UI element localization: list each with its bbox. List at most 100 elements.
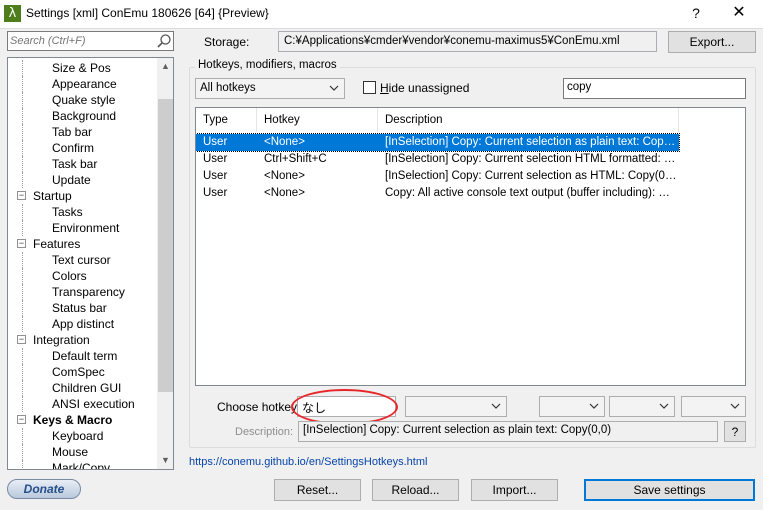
search-icon[interactable] bbox=[156, 33, 172, 49]
hide-unassigned-text: ide unassigned bbox=[388, 81, 470, 95]
tree-item-label: Task bar bbox=[52, 157, 98, 171]
tree-connector-line bbox=[22, 364, 23, 380]
hotkeys-list[interactable]: Type Hotkey Description User <None> [InSel… bbox=[195, 107, 746, 386]
search-input[interactable] bbox=[10, 33, 150, 49]
import-button[interactable]: Import... bbox=[471, 479, 558, 501]
tree-item[interactable]: Status bar bbox=[8, 300, 157, 316]
cell-type: User bbox=[203, 187, 228, 199]
tree-item[interactable]: Background bbox=[8, 108, 157, 124]
table-row[interactable]: User Ctrl+Shift+C [InSelection] Copy: Curr… bbox=[196, 151, 679, 168]
tree-item-label: Environment bbox=[52, 221, 120, 235]
hide-unassigned-checkbox[interactable] bbox=[363, 81, 376, 94]
column-header-hotkey[interactable]: Hotkey bbox=[257, 108, 378, 132]
tree-item-label: Transparency bbox=[52, 285, 125, 299]
tree-item-label: App distinct bbox=[52, 317, 115, 331]
scroll-up-arrow-icon[interactable]: ▲ bbox=[157, 58, 173, 75]
chevron-down-icon bbox=[491, 403, 501, 409]
tree-item[interactable]: Environment bbox=[8, 220, 157, 236]
settings-tree[interactable]: Size & Pos Appearance Quake style Backgroun… bbox=[7, 57, 174, 470]
tree-item[interactable]: Text cursor bbox=[8, 252, 157, 268]
tree-item-label: Mouse bbox=[52, 445, 89, 459]
tree-item[interactable]: Colors bbox=[8, 268, 157, 284]
window-title: Settings [xml] ConEmu 180626 [64] {Previ… bbox=[26, 6, 269, 20]
reset-button[interactable]: Reset... bbox=[274, 479, 361, 501]
tree-collapse-icon[interactable]: − bbox=[17, 191, 26, 200]
cell-hotkey: <None> bbox=[264, 170, 305, 182]
macro-help-button[interactable]: ? bbox=[724, 421, 746, 442]
tree-item[interactable]: − Keys & Macro bbox=[8, 412, 157, 428]
tree-connector-line bbox=[22, 316, 23, 332]
tree-item-label: Confirm bbox=[52, 141, 95, 155]
tree-item-label: Keyboard bbox=[52, 429, 104, 443]
cell-type: User bbox=[203, 170, 228, 182]
tree-item[interactable]: Task bar bbox=[8, 156, 157, 172]
tree-item[interactable]: ANSI execution bbox=[8, 396, 157, 412]
tree-item-label: Size & Pos bbox=[52, 61, 111, 75]
tree-item[interactable]: Size & Pos bbox=[8, 60, 157, 76]
help-button[interactable]: ? bbox=[681, 2, 711, 24]
chevron-down-icon bbox=[329, 85, 339, 91]
filter-text-input[interactable]: copy bbox=[563, 78, 746, 99]
tree-connector-line bbox=[22, 252, 23, 268]
column-header-description[interactable]: Description bbox=[378, 108, 679, 132]
tree-item[interactable]: Update bbox=[8, 172, 157, 188]
tree-collapse-icon[interactable]: − bbox=[17, 415, 26, 424]
scroll-down-arrow-icon[interactable]: ▼ bbox=[157, 452, 173, 469]
settings-help-link[interactable]: https://conemu.github.io/en/SettingsHotk… bbox=[189, 456, 427, 468]
tree-item[interactable]: − Features bbox=[8, 236, 157, 252]
hide-unassigned-label[interactable]: Hide unassigned bbox=[380, 81, 469, 95]
donate-button[interactable]: Donate bbox=[7, 479, 81, 499]
scroll-thumb[interactable] bbox=[158, 99, 173, 392]
tree-item[interactable]: Tab bar bbox=[8, 124, 157, 140]
tree-item[interactable]: Keyboard bbox=[8, 428, 157, 444]
tree-item[interactable]: Children GUI bbox=[8, 380, 157, 396]
tree-item-label: Startup bbox=[33, 189, 72, 203]
close-button[interactable]: ✕ bbox=[724, 2, 754, 24]
tree-connector-line bbox=[22, 300, 23, 316]
save-settings-button[interactable]: Save settings bbox=[584, 479, 755, 501]
chevron-down-icon bbox=[589, 403, 599, 409]
tree-item-label: Children GUI bbox=[52, 381, 122, 395]
tree-connector-line bbox=[22, 380, 23, 396]
tree-item[interactable]: Tasks bbox=[8, 204, 157, 220]
cell-hotkey: <None> bbox=[264, 187, 305, 199]
tree-collapse-icon[interactable]: − bbox=[17, 239, 26, 248]
tree-item[interactable]: Mouse bbox=[8, 444, 157, 460]
tree-item[interactable]: Mark/Copy bbox=[8, 460, 157, 469]
tree-scrollbar[interactable]: ▲ ▼ bbox=[157, 58, 173, 469]
tree-connector-line bbox=[22, 444, 23, 460]
modifier-3-combo[interactable] bbox=[681, 396, 746, 417]
table-row[interactable]: User <None> [InSelection] Copy: Current se… bbox=[196, 168, 679, 185]
tree-item[interactable]: − Startup bbox=[8, 188, 157, 204]
cell-description: [InSelection] Copy: Current selection as… bbox=[385, 170, 678, 182]
conemu-app-icon[interactable]: λ bbox=[4, 5, 21, 22]
table-row[interactable]: User <None> Copy: All active console text … bbox=[196, 185, 679, 202]
table-row[interactable]: User <None> [InSelection] Copy: Current se… bbox=[196, 133, 680, 152]
tree-item[interactable]: App distinct bbox=[8, 316, 157, 332]
storage-path-field[interactable]: C:¥Applications¥cmder¥vendor¥conemu-maxi… bbox=[278, 31, 657, 52]
tree-item[interactable]: Appearance bbox=[8, 76, 157, 92]
search-box[interactable] bbox=[7, 31, 174, 51]
tree-item[interactable]: − Integration bbox=[8, 332, 157, 348]
modifier-2-combo[interactable] bbox=[609, 396, 675, 417]
storage-label: Storage: bbox=[204, 35, 250, 49]
export-button[interactable]: Export... bbox=[668, 31, 756, 53]
choose-hotkey-input[interactable]: なし bbox=[297, 396, 396, 417]
reload-button[interactable]: Reload... bbox=[372, 479, 459, 501]
modifier-1-combo[interactable] bbox=[539, 396, 605, 417]
tree-item[interactable]: Transparency bbox=[8, 284, 157, 300]
tree-item[interactable]: ComSpec bbox=[8, 364, 157, 380]
key-combo[interactable] bbox=[405, 396, 507, 417]
tree-item[interactable]: Confirm bbox=[8, 140, 157, 156]
tree-connector-line bbox=[22, 124, 23, 140]
tree-connector-line bbox=[22, 92, 23, 108]
title-bar[interactable]: λ Settings [xml] ConEmu 180626 [64] {Pre… bbox=[0, 0, 763, 28]
tree-item-label: Quake style bbox=[52, 93, 116, 107]
tree-item-label: Tasks bbox=[52, 205, 83, 219]
tree-collapse-icon[interactable]: − bbox=[17, 335, 26, 344]
cell-hotkey: Ctrl+Shift+C bbox=[264, 153, 327, 165]
hotkey-filter-combo[interactable]: All hotkeys bbox=[195, 78, 345, 99]
tree-item[interactable]: Quake style bbox=[8, 92, 157, 108]
tree-item[interactable]: Default term bbox=[8, 348, 157, 364]
column-header-type[interactable]: Type bbox=[196, 108, 257, 132]
